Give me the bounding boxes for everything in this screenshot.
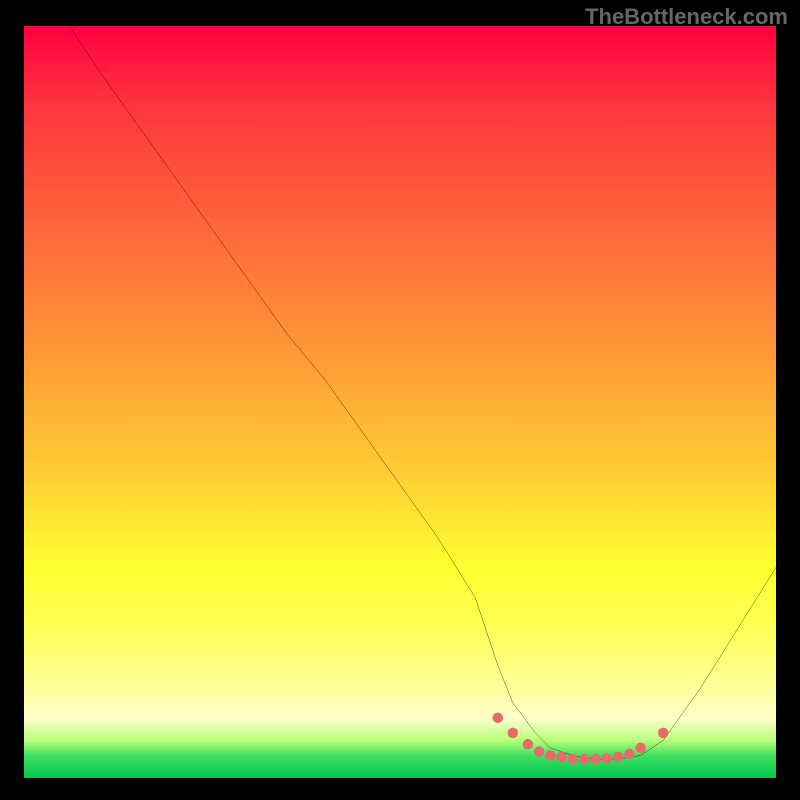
dot bbox=[523, 739, 534, 750]
curve-svg bbox=[24, 26, 776, 778]
dot bbox=[590, 754, 601, 765]
dot bbox=[658, 728, 669, 739]
dot bbox=[602, 753, 613, 764]
dot bbox=[579, 754, 590, 765]
chart-container: TheBottleneck.com bbox=[0, 0, 800, 800]
dot bbox=[508, 728, 519, 739]
dot bbox=[556, 752, 567, 763]
min-region-dots bbox=[492, 713, 668, 765]
dot bbox=[613, 752, 624, 763]
plot-area bbox=[24, 26, 776, 778]
dot bbox=[568, 754, 579, 765]
dot bbox=[534, 746, 545, 757]
bottleneck-curve bbox=[69, 26, 776, 759]
dot bbox=[545, 750, 556, 761]
dot bbox=[492, 713, 503, 724]
dot bbox=[624, 749, 635, 760]
dot bbox=[635, 743, 646, 754]
watermark-text: TheBottleneck.com bbox=[585, 4, 788, 30]
